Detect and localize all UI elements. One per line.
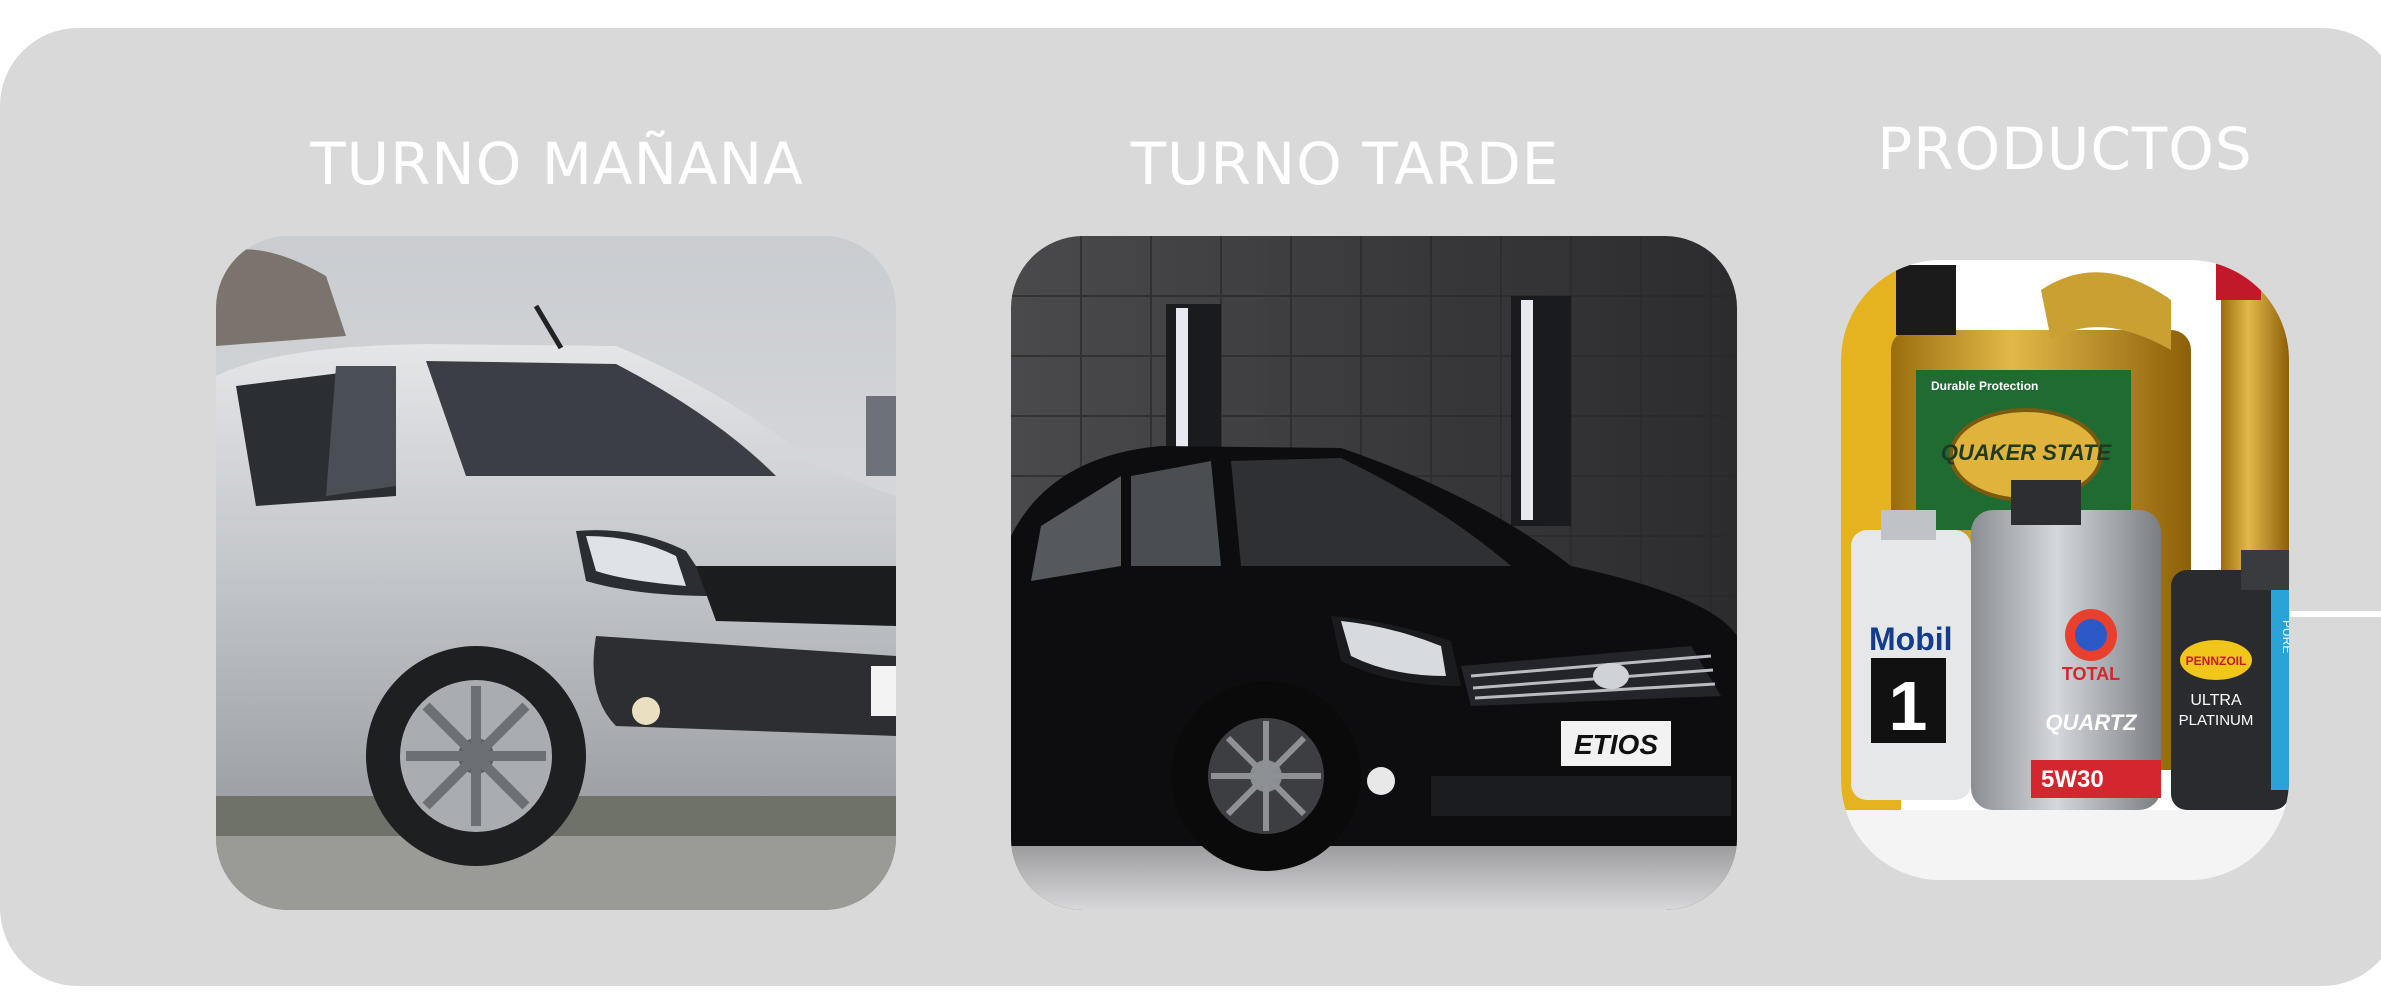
section-title-turno-tarde: TURNO TARDE — [1130, 130, 1560, 198]
total-text: TOTAL — [2062, 664, 2120, 684]
quaker-tag-text: Durable Protection — [1931, 379, 2038, 393]
section-title-turno-manana: TURNO MAÑANA — [310, 130, 804, 198]
platinum-text: PLATINUM — [2179, 712, 2254, 729]
black-car-image: ETIOS — [1011, 236, 1737, 910]
mobil-text: Mobil — [1869, 621, 1953, 657]
pennzoil-text: PENNZOIL — [2186, 654, 2247, 668]
turno-tarde-card[interactable]: ETIOS — [1011, 236, 1737, 910]
productos-card[interactable]: Durable Protection QUAKER STATE Mobil 1 … — [1841, 260, 2289, 880]
oil-products-image: Durable Protection QUAKER STATE Mobil 1 … — [1841, 260, 2289, 880]
turno-manana-card[interactable] — [216, 236, 896, 910]
edge-divider-line — [2290, 611, 2381, 617]
quartz-text: QUARTZ — [2045, 710, 2138, 735]
license-plate-text: ETIOS — [1574, 729, 1658, 760]
mobil-one-text: 1 — [1889, 667, 1928, 745]
silver-car-image — [216, 236, 896, 910]
section-title-productos: PRODUCTOS — [1877, 115, 2253, 183]
oil-grade-text: 5W30 — [2041, 766, 2104, 793]
ultra-text: ULTRA — [2190, 692, 2242, 709]
pure-text: PURE — [2280, 620, 2289, 653]
quaker-state-text: QUAKER STATE — [1941, 440, 2113, 465]
